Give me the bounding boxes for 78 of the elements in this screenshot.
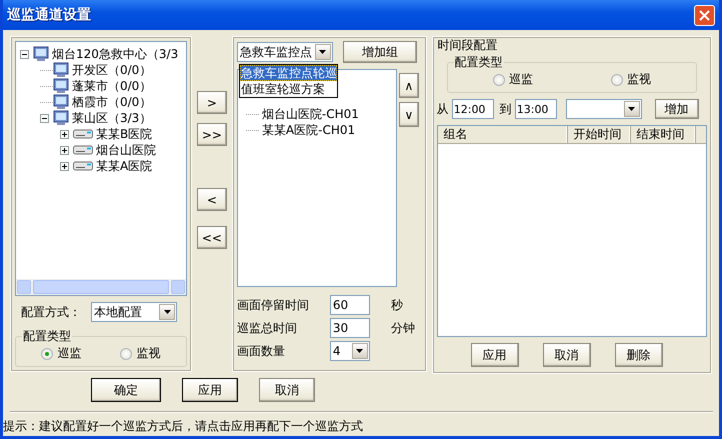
- radio-option[interactable]: 监视: [610, 71, 651, 88]
- transfer-button[interactable]: >: [196, 91, 227, 114]
- move-button[interactable]: ∧: [398, 73, 419, 98]
- expand-icon[interactable]: [60, 146, 69, 154]
- tree-item[interactable]: 某某A医院-CH01: [262, 122, 356, 138]
- tree-item[interactable]: 烟台120急救中心（3/3: [52, 46, 178, 62]
- device-icon: [73, 145, 93, 155]
- expand-icon[interactable]: [60, 162, 69, 170]
- transfer-button[interactable]: >>: [196, 123, 227, 146]
- window-title: 巡监通道设置: [7, 6, 91, 24]
- expand-icon[interactable]: [60, 130, 69, 138]
- radio-button[interactable]: [492, 74, 505, 86]
- tree-item[interactable]: 烟台山医院: [96, 142, 156, 158]
- setting-field[interactable]: 30: [330, 318, 370, 338]
- to-label: 到: [500, 100, 512, 118]
- radio-dot-icon: [45, 352, 50, 356]
- add-group-button[interactable]: 增加组: [342, 41, 417, 63]
- collapse-icon[interactable]: [40, 114, 49, 122]
- monitor-icon: [33, 46, 49, 62]
- radio-option[interactable]: 巡监: [492, 71, 533, 88]
- group-select[interactable]: [566, 99, 642, 119]
- horizontal-scrollbar[interactable]: [16, 279, 186, 295]
- radio-button[interactable]: [41, 348, 54, 360]
- device-icon: [73, 129, 93, 139]
- column-header[interactable]: 开始时间: [568, 126, 631, 143]
- dropdown-arrow-icon: [628, 107, 636, 111]
- collapse-icon[interactable]: [20, 50, 29, 58]
- unit-label: 分钟: [390, 320, 415, 336]
- panel-button[interactable]: 删除: [614, 343, 663, 367]
- unit-label: 秒: [390, 296, 403, 314]
- device-icon: [73, 161, 93, 171]
- radio-button[interactable]: [120, 348, 132, 360]
- move-button[interactable]: ∨: [398, 102, 419, 127]
- tree-item[interactable]: 开发区（0/0）: [72, 62, 152, 78]
- from-label: 从: [436, 100, 449, 118]
- panel-button[interactable]: 取消: [542, 343, 591, 367]
- dialog-button[interactable]: 确定: [91, 378, 161, 402]
- dropdown-option[interactable]: 急救车监控点轮巡: [240, 65, 337, 81]
- column-header[interactable]: 组名: [438, 126, 568, 143]
- tree-item[interactable]: 某某A医院: [96, 158, 152, 174]
- monitor-icon: [53, 110, 69, 126]
- setting-label: 画面停留时间: [236, 296, 310, 314]
- monitor-icon: [53, 62, 69, 78]
- setting-select[interactable]: 4: [330, 341, 370, 361]
- group-title: 时间段配置: [436, 37, 499, 54]
- add-button[interactable]: 增加: [654, 99, 699, 119]
- setting-label: 画面数量: [236, 342, 286, 360]
- tree-item[interactable]: 烟台山医院-CH01: [262, 106, 359, 122]
- column-header[interactable]: 结束时间: [630, 126, 696, 143]
- status-text: 提示：建议配置好一个巡监方式后，请点击应用再配下一个巡监方式: [3, 418, 364, 435]
- radio-option[interactable]: 监视: [120, 345, 160, 362]
- close-button[interactable]: [694, 4, 715, 26]
- tree-item[interactable]: 莱山区（3/3）: [72, 110, 152, 126]
- config-mode-label: 配置方式：: [21, 304, 81, 320]
- tree-item[interactable]: 栖霞市（0/0）: [72, 94, 152, 110]
- close-icon: [699, 10, 710, 20]
- dropdown-arrow-icon: [164, 310, 170, 314]
- group-title: 配置类型: [454, 54, 504, 71]
- tree-item[interactable]: 某某B医院: [96, 126, 152, 142]
- start-time-field[interactable]: 12:00: [452, 99, 494, 119]
- radio-option[interactable]: 巡监: [41, 345, 82, 362]
- dropdown-arrow-icon: [356, 349, 364, 353]
- setting-field[interactable]: 60: [330, 295, 370, 315]
- transfer-button[interactable]: <<: [196, 226, 227, 249]
- radio-button[interactable]: [610, 74, 623, 86]
- dropdown-arrow-icon: [319, 50, 326, 54]
- tree-item[interactable]: 蓬莱市（0/0）: [72, 78, 152, 94]
- group-title: 配置类型: [22, 328, 72, 345]
- group-select[interactable]: 急救车监控点: [236, 42, 333, 62]
- dialog-button[interactable]: 取消: [259, 378, 315, 402]
- end-time-field[interactable]: 13:00: [514, 99, 557, 119]
- transfer-button[interactable]: <: [196, 188, 227, 211]
- monitor-icon: [53, 94, 69, 110]
- config-mode-select[interactable]: 本地配置: [91, 302, 177, 322]
- setting-label: 巡监总时间: [236, 320, 298, 336]
- monitor-icon: [53, 78, 69, 94]
- panel-button[interactable]: 应用: [470, 343, 519, 367]
- dialog-button[interactable]: 应用: [182, 378, 238, 402]
